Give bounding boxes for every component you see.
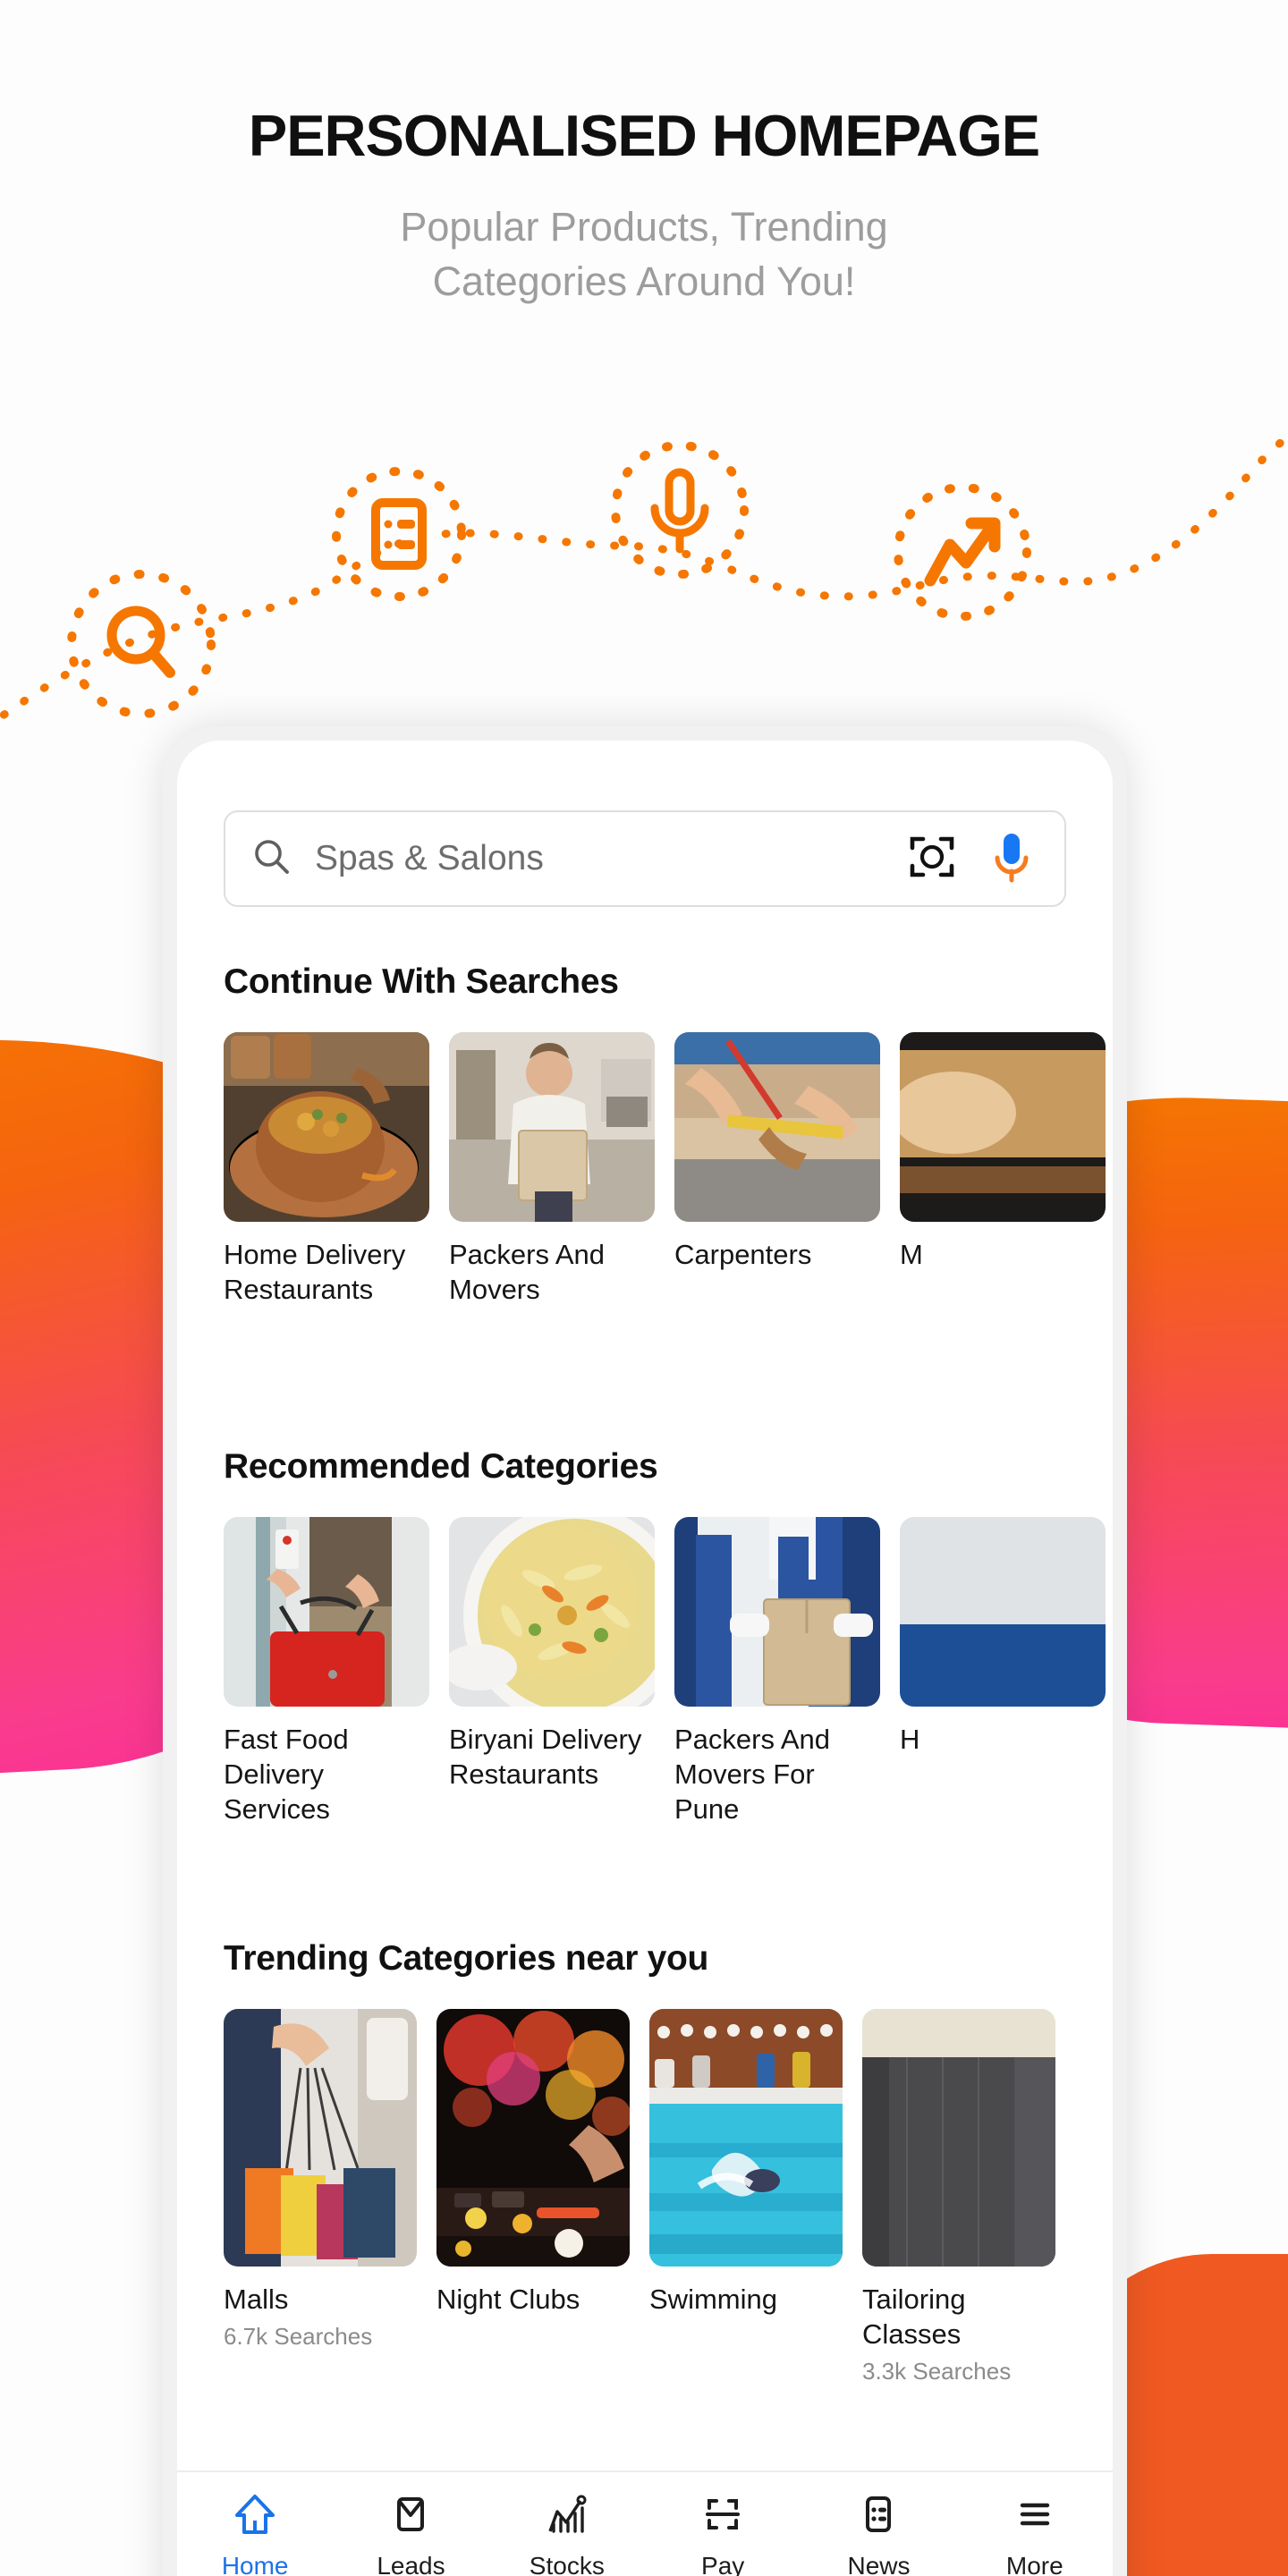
search-icon	[106, 606, 175, 678]
card-image	[436, 2009, 630, 2267]
horizontal-card-list[interactable]: Malls 6.7k Searches Night Clubs Swimming…	[177, 2009, 1113, 2385]
nav-item-more[interactable]: More	[957, 2492, 1113, 2576]
nav-item-pay[interactable]: Pay	[645, 2492, 801, 2576]
trail-svg	[0, 432, 1288, 723]
card-image	[674, 1032, 880, 1222]
card-search-count: 3.3k Searches	[862, 2357, 1012, 2385]
horizontal-card-list[interactable]: Fast Food Delivery Services Biryani Deli…	[177, 1517, 1113, 1826]
microphone-icon[interactable]	[991, 831, 1032, 887]
section-continue-with-searches: Continue With Searches Home Delivery Res…	[177, 962, 1113, 1308]
card-label: Night Clubs	[436, 2284, 580, 2315]
card-malls[interactable]: Malls 6.7k Searches	[224, 2009, 417, 2385]
card-packers-and-movers[interactable]: Packers And Movers	[449, 1032, 655, 1308]
bottom-navigation-bar[interactable]: Home Leads Stocks Pay News More	[177, 2470, 1113, 2576]
card-image	[449, 1517, 655, 1707]
scan-pay-icon	[700, 2492, 745, 2541]
phone-mockup: Spas & Salons Continue With Searches Hom…	[163, 726, 1127, 2576]
card-image	[649, 2009, 843, 2267]
microphone-icon	[650, 468, 709, 554]
card-swimming[interactable]: Swimming	[649, 2009, 843, 2385]
nav-item-home[interactable]: Home	[177, 2492, 333, 2576]
card-label: Malls	[224, 2284, 289, 2315]
trending-up-icon	[924, 517, 1001, 587]
card-packers-and-movers-for-pune[interactable]: Packers And Movers For Pune	[674, 1517, 880, 1826]
card-label: Home Delivery Restaurants	[224, 1239, 406, 1305]
search-icon	[252, 837, 292, 881]
dotted-icon-trail	[0, 411, 1288, 751]
page-subtitle: Popular Products, Trending Categories Ar…	[242, 200, 1046, 309]
page-subtitle-line-2: Categories Around You!	[432, 258, 856, 304]
nav-label: Leads	[377, 2552, 445, 2576]
card-image	[900, 1032, 1106, 1222]
card-image	[224, 2009, 417, 2267]
nav-label: News	[847, 2552, 911, 2576]
card-night-clubs[interactable]: Night Clubs	[436, 2009, 630, 2385]
card-image	[224, 1517, 429, 1707]
section-title: Continue With Searches	[224, 962, 619, 1001]
card-label: M	[900, 1239, 923, 1270]
envelope-icon	[388, 2492, 433, 2541]
trail-node-trending	[894, 483, 1031, 621]
card-image	[224, 1032, 429, 1222]
nav-label: Pay	[701, 2552, 745, 2576]
card-label: Packers And Movers For Pune	[674, 1724, 831, 1825]
list-document-icon	[371, 498, 427, 570]
section-recommended-categories: Recommended Categories Fast Food Deliver…	[177, 1447, 1113, 1826]
card-biryani-delivery-restaurants[interactable]: Biryani Delivery Restaurants	[449, 1517, 655, 1826]
page-subtitle-line-1: Popular Products, Trending	[400, 204, 888, 250]
card-label: H	[900, 1724, 920, 1755]
card-image	[674, 1517, 880, 1707]
page-title: PERSONALISED HOMEPAGE	[248, 103, 1040, 168]
nav-label: Stocks	[529, 2552, 605, 2576]
section-title: Trending Categories near you	[224, 1939, 709, 1978]
card-image	[900, 1517, 1106, 1707]
card-label: Biryani Delivery Restaurants	[449, 1724, 642, 1790]
card-search-count: 6.7k Searches	[224, 2322, 373, 2350]
card-label: Fast Food Delivery Services	[224, 1724, 349, 1825]
card-fast-food-delivery-services[interactable]: Fast Food Delivery Services	[224, 1517, 429, 1826]
hamburger-icon	[1013, 2492, 1057, 2541]
card-label: Carpenters	[674, 1239, 812, 1270]
horizontal-card-list[interactable]: Home Delivery Restaurants Packers And Mo…	[177, 1032, 1113, 1308]
phone-screen: Spas & Salons Continue With Searches Hom…	[177, 741, 1113, 2576]
personalised-homepage-promo: PERSONALISED HOMEPAGE Popular Products, …	[0, 0, 1288, 2576]
card-label: Swimming	[649, 2284, 777, 2315]
trail-node-search	[67, 570, 216, 718]
card-label: Tailoring Classes	[862, 2284, 966, 2350]
card-image	[862, 2009, 1055, 2267]
search-bar[interactable]: Spas & Salons	[224, 810, 1066, 907]
home-icon	[233, 2492, 277, 2541]
card-partial-next[interactable]: H	[900, 1517, 1106, 1826]
camera-scan-icon[interactable]	[909, 834, 955, 885]
nav-item-news[interactable]: News	[801, 2492, 956, 2576]
bar-chart-icon	[545, 2492, 589, 2541]
section-trending-categories: Trending Categories near you Malls 6.7k …	[177, 1939, 1113, 2385]
card-image	[449, 1032, 655, 1222]
section-title: Recommended Categories	[224, 1447, 658, 1486]
card-tailoring-classes[interactable]: Tailoring Classes 3.3k Searches	[862, 2009, 1055, 2385]
card-label: Packers And Movers	[449, 1239, 606, 1305]
card-partial-next[interactable]: M	[900, 1032, 1106, 1308]
nav-label: Home	[221, 2552, 289, 2576]
card-home-delivery-restaurants[interactable]: Home Delivery Restaurants	[224, 1032, 429, 1308]
search-input-placeholder[interactable]: Spas & Salons	[315, 839, 909, 878]
trail-node-microphone	[611, 441, 749, 579]
nav-item-stocks[interactable]: Stocks	[489, 2492, 645, 2576]
hero-header: PERSONALISED HOMEPAGE Popular Products, …	[0, 0, 1288, 309]
card-carpenters[interactable]: Carpenters	[674, 1032, 880, 1308]
nav-item-leads[interactable]: Leads	[333, 2492, 488, 2576]
news-list-icon	[856, 2492, 901, 2541]
nav-label: More	[1005, 2552, 1063, 2576]
